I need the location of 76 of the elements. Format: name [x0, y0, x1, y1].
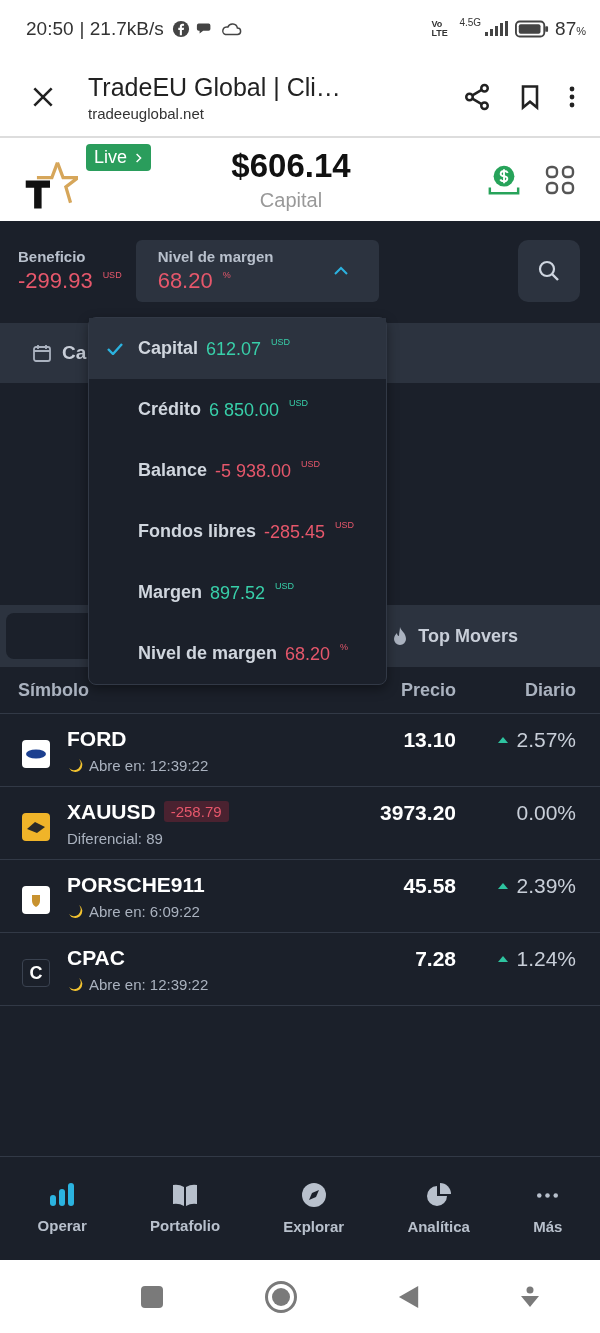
back-button[interactable] [398, 1283, 420, 1310]
more-icon [537, 1192, 559, 1198]
metric-selector[interactable]: Nivel de margen 68.20 $^{%}$ [135, 240, 379, 302]
search-icon [537, 259, 561, 283]
cloud-icon [219, 21, 242, 37]
home-button[interactable] [264, 1279, 298, 1314]
price-cell-text: 7.28 [414, 947, 456, 971]
symbol-name: XAUUSD [67, 799, 156, 824]
menu-button[interactable] [568, 84, 576, 110]
symbol-status: Abre en: 12:39:22 [89, 975, 209, 993]
top-movers-tab[interactable]: Top Movers [392, 625, 518, 647]
battery-icon [515, 20, 550, 38]
nav-item[interactable]: Explorar [283, 1182, 345, 1235]
book-icon [172, 1183, 199, 1207]
nav-item[interactable]: Analítica [407, 1182, 470, 1235]
symbol-name: FORD [67, 726, 127, 751]
profit-label: Beneficio [18, 248, 87, 265]
column-header: Precio [399, 679, 456, 701]
battery-level: 87% [555, 18, 586, 40]
accessibility-button[interactable] [520, 1285, 540, 1308]
up-triangle-icon [498, 883, 509, 889]
price-cell-text: 13.10 [402, 728, 456, 752]
nav-item[interactable]: Operar [37, 1183, 87, 1234]
column-header: Símbolo [18, 679, 90, 701]
ingot-icon [22, 813, 50, 841]
facebook-icon [171, 20, 190, 38]
volte-indicator: Vo LTE [431, 20, 449, 38]
daily-change: 2.57% [516, 728, 576, 752]
search-button[interactable] [518, 240, 580, 302]
chevron-icon [332, 266, 349, 276]
symbol-name: CPAC [67, 945, 125, 970]
capital-label: Capital [259, 189, 323, 212]
page-title: TradeEU Global | Cli… [88, 72, 342, 102]
up-triangle-icon [498, 956, 509, 962]
page-url: tradeeuglobal.net [88, 104, 205, 122]
dropdown-item[interactable]: Nivel de margen 68.20 $^{%}$ [89, 623, 386, 684]
moon-icon [67, 976, 83, 992]
up-triangle-icon [498, 737, 509, 743]
network-speed: | 21.7kB/s [79, 18, 164, 40]
price-cell-text: 3973.20 [379, 801, 456, 825]
status-time: 20:50 [26, 18, 74, 40]
price-cell-text: 45.58 [402, 874, 456, 898]
dropdown-item[interactable]: Fondos libres -285.45 $^{USD}$ [89, 501, 386, 562]
profit-value: -299.93 $^{USD}$ [18, 268, 122, 294]
daily-change: 1.24% [516, 947, 576, 971]
network-type: 4.5G [459, 17, 482, 28]
checkmark-icon [107, 342, 123, 355]
profit-badge: -258.79 [163, 801, 229, 822]
daily-change: 0.00% [516, 801, 576, 825]
bar-chart-icon [49, 1183, 76, 1207]
compass-icon [300, 1182, 327, 1208]
symbol-status: Abre en: 6:09:22 [89, 902, 200, 920]
flame-icon [392, 626, 409, 646]
moon-icon [67, 903, 83, 919]
column-header: Diario [524, 679, 576, 701]
symbol-status: Diferencial: 89 [67, 829, 163, 847]
dropdown-item[interactable]: Margen 897.52 $^{USD}$ [89, 562, 386, 623]
symbol-name: PORSCHE911 [67, 872, 205, 897]
calendar-label: Ca [62, 342, 87, 364]
crest-logo-icon [22, 886, 50, 914]
nav-item[interactable]: Portafolio [150, 1183, 221, 1234]
pie-chart-icon [425, 1182, 452, 1208]
signal-icon [483, 21, 510, 37]
dropdown-item[interactable]: Crédito 6 850.00 $^{USD}$ [89, 379, 386, 440]
share-button[interactable] [462, 82, 492, 112]
capital-amount: $606.14 [231, 147, 351, 185]
oval-logo-icon [22, 740, 50, 768]
calendar-icon [32, 343, 52, 363]
dropdown-item[interactable]: Capital 612.07 $^{USD}$ [89, 318, 386, 379]
nav-item[interactable]: Más [533, 1182, 563, 1235]
symbol-logo: C [22, 959, 50, 987]
recent-apps-button[interactable] [140, 1284, 164, 1309]
moon-icon [67, 757, 83, 773]
symbol-status: Abre en: 12:39:22 [89, 756, 209, 774]
dropdown-item[interactable]: Balance -5 938.00 $^{USD}$ [89, 440, 386, 501]
daily-change: 2.39% [516, 874, 576, 898]
